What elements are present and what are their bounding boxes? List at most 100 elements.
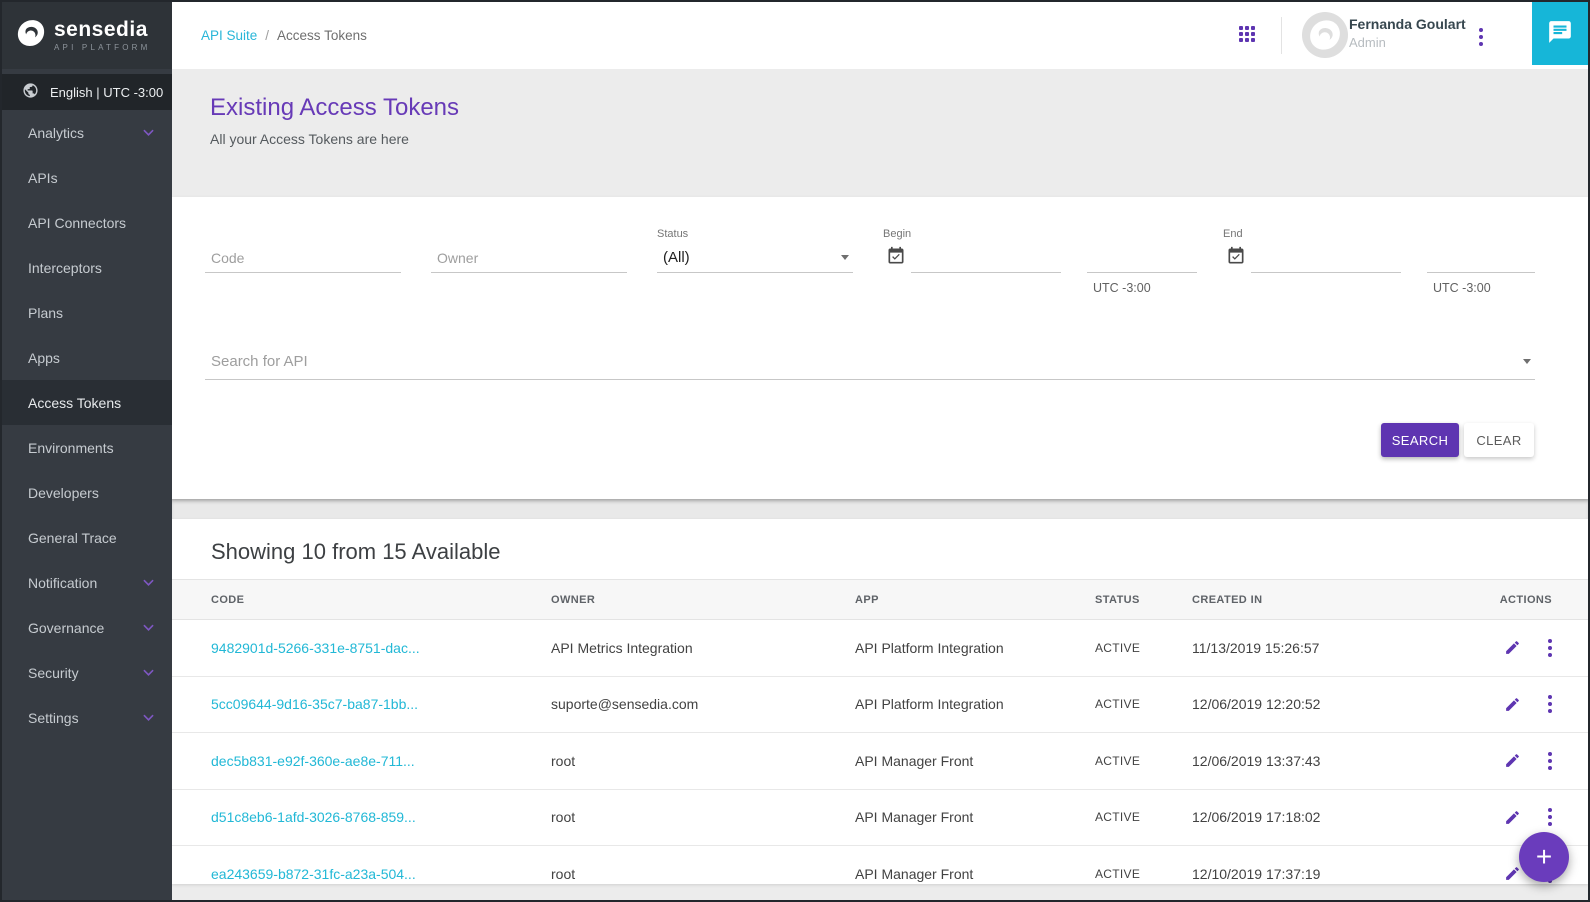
brand-swirl-icon bbox=[16, 18, 46, 53]
sidebar-item-notification[interactable]: Notification bbox=[2, 560, 172, 605]
breadcrumb-api-suite[interactable]: API Suite bbox=[201, 28, 257, 43]
token-code-link[interactable]: 9482901d-5266-331e-8751-dac... bbox=[211, 640, 551, 656]
chat-icon bbox=[1547, 19, 1573, 48]
edit-pencil-icon[interactable] bbox=[1504, 696, 1521, 713]
edit-pencil-icon[interactable] bbox=[1504, 639, 1521, 656]
page-header: Existing Access Tokens All your Access T… bbox=[172, 69, 1588, 197]
sidebar-item-environments[interactable]: Environments bbox=[2, 425, 172, 470]
locale-selector[interactable]: English | UTC -3:00 bbox=[2, 74, 172, 110]
token-owner: API Metrics Integration bbox=[551, 640, 855, 656]
token-status: ACTIVE bbox=[1095, 754, 1192, 768]
token-app: API Manager Front bbox=[855, 809, 1095, 825]
begin-timezone-label: UTC -3:00 bbox=[1093, 281, 1151, 295]
token-code-link[interactable]: 5cc09644-9d16-35c7-ba87-1bb... bbox=[211, 696, 551, 712]
token-status: ACTIVE bbox=[1095, 867, 1192, 881]
table-header: CODE OWNER APP STATUS CREATED IN ACTIONS bbox=[172, 579, 1588, 620]
begin-date-input[interactable] bbox=[911, 243, 1061, 273]
end-label: End bbox=[1223, 228, 1243, 240]
sidebar-item-apps[interactable]: Apps bbox=[2, 335, 172, 380]
chevron-down-icon bbox=[143, 129, 154, 136]
api-search-input[interactable] bbox=[205, 343, 1535, 380]
token-status: ACTIVE bbox=[1095, 641, 1192, 655]
token-status: ACTIVE bbox=[1095, 697, 1192, 711]
sidebar-nav: Analytics APIs API Connectors Intercepto… bbox=[2, 110, 172, 740]
token-status: ACTIVE bbox=[1095, 810, 1192, 824]
token-app: API Manager Front bbox=[855, 866, 1095, 882]
column-actions: ACTIONS bbox=[1482, 594, 1552, 606]
end-calendar-check-icon[interactable] bbox=[1226, 246, 1246, 271]
avatar[interactable] bbox=[1302, 12, 1348, 58]
sidebar-item-settings[interactable]: Settings bbox=[2, 695, 172, 740]
sidebar: sensedia API PLATFORM English | UTC -3:0… bbox=[2, 2, 172, 900]
row-kebab-icon[interactable] bbox=[1548, 808, 1552, 826]
edit-pencil-icon[interactable] bbox=[1504, 809, 1521, 826]
chevron-down-icon bbox=[143, 669, 154, 676]
sidebar-item-developers[interactable]: Developers bbox=[2, 470, 172, 515]
column-status: STATUS bbox=[1095, 594, 1192, 606]
add-access-token-button[interactable]: + bbox=[1519, 832, 1569, 882]
sidebar-item-general-trace[interactable]: General Trace bbox=[2, 515, 172, 560]
support-chat-button[interactable] bbox=[1532, 2, 1588, 65]
edit-pencil-icon[interactable] bbox=[1504, 752, 1521, 769]
sidebar-item-apis[interactable]: APIs bbox=[2, 155, 172, 200]
column-owner: OWNER bbox=[551, 594, 855, 606]
token-code-link[interactable]: ea243659-b872-31fc-a23a-504... bbox=[211, 866, 551, 882]
edit-pencil-icon[interactable] bbox=[1504, 865, 1521, 882]
sidebar-item-security[interactable]: Security bbox=[2, 650, 172, 695]
status-label: Status bbox=[657, 228, 688, 240]
sidebar-item-access-tokens[interactable]: Access Tokens bbox=[2, 380, 172, 425]
column-app: APP bbox=[855, 594, 1095, 606]
begin-label: Begin bbox=[883, 228, 911, 240]
end-timezone-label: UTC -3:00 bbox=[1433, 281, 1491, 295]
row-kebab-icon[interactable] bbox=[1548, 695, 1552, 713]
column-created-in: CREATED IN bbox=[1192, 594, 1482, 606]
owner-input[interactable] bbox=[431, 243, 627, 273]
results-summary: Showing 10 from 15 Available bbox=[172, 519, 1588, 579]
token-created: 12/06/2019 12:20:52 bbox=[1192, 696, 1482, 712]
chevron-down-icon bbox=[143, 714, 154, 721]
apps-grid-icon[interactable] bbox=[1239, 26, 1257, 44]
token-app: API Platform Integration bbox=[855, 640, 1095, 656]
table-row: 5cc09644-9d16-35c7-ba87-1bb... suporte@s… bbox=[172, 677, 1588, 734]
page-subtitle: All your Access Tokens are here bbox=[210, 131, 1588, 147]
token-created: 12/10/2019 17:37:19 bbox=[1192, 866, 1482, 882]
end-time-input[interactable] bbox=[1427, 243, 1535, 273]
table-row: d51c8eb6-1afd-3026-8768-859... root API … bbox=[172, 790, 1588, 847]
end-date-input[interactable] bbox=[1251, 243, 1401, 273]
clear-button[interactable]: CLEAR bbox=[1464, 423, 1534, 457]
token-code-link[interactable]: dec5b831-e92f-360e-ae8e-711... bbox=[211, 753, 551, 769]
begin-time-input[interactable] bbox=[1087, 243, 1197, 273]
sidebar-item-api-connectors[interactable]: API Connectors bbox=[2, 200, 172, 245]
row-kebab-icon[interactable] bbox=[1548, 752, 1552, 770]
token-code-link[interactable]: d51c8eb6-1afd-3026-8768-859... bbox=[211, 809, 551, 825]
main-area: API Suite / Access Tokens Fernanda Goula… bbox=[172, 2, 1588, 900]
section-gap bbox=[172, 499, 1588, 519]
sidebar-item-interceptors[interactable]: Interceptors bbox=[2, 245, 172, 290]
token-created: 11/13/2019 15:26:57 bbox=[1192, 640, 1482, 656]
row-kebab-icon[interactable] bbox=[1548, 639, 1552, 657]
breadcrumb-separator: / bbox=[265, 28, 269, 43]
column-code: CODE bbox=[211, 594, 551, 606]
locale-label: English | UTC -3:00 bbox=[50, 85, 163, 100]
token-app: API Platform Integration bbox=[855, 696, 1095, 712]
brand-name: sensedia bbox=[54, 19, 150, 41]
code-input[interactable] bbox=[205, 243, 401, 273]
user-menu-kebab-icon[interactable] bbox=[1479, 28, 1483, 46]
begin-calendar-check-icon[interactable] bbox=[886, 246, 906, 271]
app-window: sensedia API PLATFORM English | UTC -3:0… bbox=[0, 0, 1590, 902]
user-name: Fernanda Goulart bbox=[1349, 16, 1466, 32]
status-select[interactable]: (All) bbox=[657, 243, 853, 273]
dropdown-caret-icon bbox=[841, 255, 849, 260]
search-button[interactable]: SEARCH bbox=[1381, 423, 1459, 457]
user-info: Fernanda Goulart Admin bbox=[1349, 16, 1466, 50]
brand-tagline: API PLATFORM bbox=[54, 43, 150, 52]
table-row: ea243659-b872-31fc-a23a-504... root API … bbox=[172, 846, 1588, 884]
sidebar-item-analytics[interactable]: Analytics bbox=[2, 110, 172, 155]
dropdown-caret-icon bbox=[1523, 359, 1531, 364]
sidebar-item-plans[interactable]: Plans bbox=[2, 290, 172, 335]
sidebar-item-governance[interactable]: Governance bbox=[2, 605, 172, 650]
token-created: 12/06/2019 17:18:02 bbox=[1192, 809, 1482, 825]
token-owner: root bbox=[551, 866, 855, 882]
page-title: Existing Access Tokens bbox=[210, 94, 1588, 122]
brand-logo: sensedia API PLATFORM bbox=[2, 2, 172, 69]
